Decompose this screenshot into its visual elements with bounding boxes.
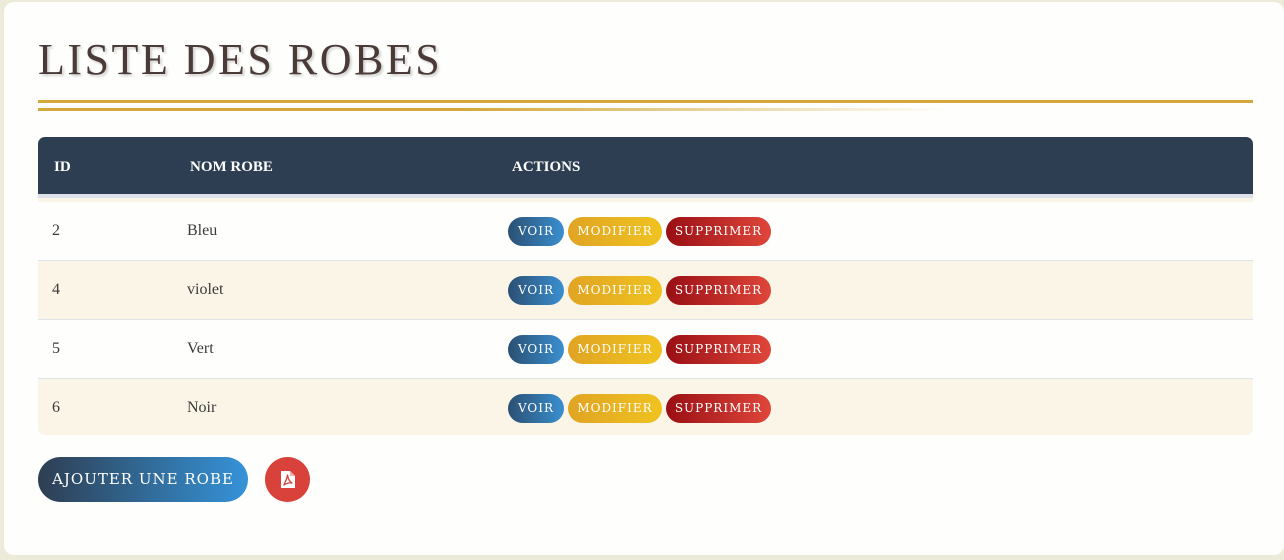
table-header: ID NOM ROBE ACTIONS — [38, 137, 1253, 198]
row-name: Bleu — [187, 222, 218, 239]
table-row: 5 Vert VOIR MODIFIER SUPPRIMER — [38, 320, 1253, 379]
table-row: 6 Noir VOIR MODIFIER SUPPRIMER — [38, 379, 1253, 435]
delete-button[interactable]: SUPPRIMER — [666, 217, 771, 246]
table-row: 4 violet VOIR MODIFIER SUPPRIMER — [38, 261, 1253, 320]
content-card: LISTE DES ROBES ID NOM ROBE ACTIONS 2 Bl… — [4, 2, 1284, 555]
edit-button[interactable]: MODIFIER — [568, 217, 662, 246]
view-button[interactable]: VOIR — [508, 276, 564, 305]
robes-table: ID NOM ROBE ACTIONS 2 Bleu VOIR MODIFIER… — [38, 137, 1253, 435]
edit-button[interactable]: MODIFIER — [568, 394, 662, 423]
row-name: Vert — [187, 340, 214, 357]
row-id: 2 — [52, 222, 60, 239]
table-row: 2 Bleu VOIR MODIFIER SUPPRIMER — [38, 202, 1253, 261]
view-button[interactable]: VOIR — [508, 217, 564, 246]
row-id: 6 — [52, 399, 60, 416]
file-pdf-icon — [281, 471, 295, 488]
export-pdf-button[interactable] — [265, 457, 310, 502]
add-robe-button[interactable]: AJOUTER UNE ROBE — [38, 457, 248, 502]
title-underline-fade — [38, 108, 1253, 111]
column-header-name: NOM ROBE — [190, 159, 273, 175]
column-header-actions: ACTIONS — [512, 159, 581, 175]
view-button[interactable]: VOIR — [508, 394, 564, 423]
delete-button[interactable]: SUPPRIMER — [666, 276, 771, 305]
row-id: 4 — [52, 281, 60, 298]
edit-button[interactable]: MODIFIER — [568, 335, 662, 364]
title-underline — [38, 100, 1253, 103]
row-id: 5 — [52, 340, 60, 357]
view-button[interactable]: VOIR — [508, 335, 564, 364]
column-header-id: ID — [54, 159, 71, 175]
edit-button[interactable]: MODIFIER — [568, 276, 662, 305]
delete-button[interactable]: SUPPRIMER — [666, 394, 771, 423]
row-name: violet — [187, 281, 224, 298]
row-name: Noir — [187, 399, 217, 416]
delete-button[interactable]: SUPPRIMER — [666, 335, 771, 364]
page-title: LISTE DES ROBES — [38, 35, 443, 84]
